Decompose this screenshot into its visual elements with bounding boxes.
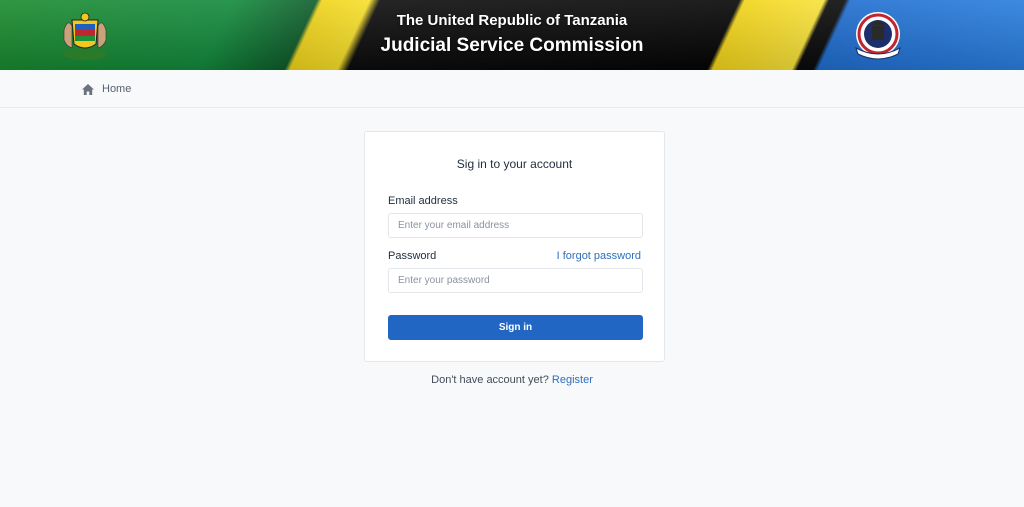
login-card: Sig in to your account Email address Pas… <box>364 131 665 362</box>
login-title: Sig in to your account <box>456 157 573 171</box>
register-prompt: Don't have account yet? <box>431 374 549 386</box>
forgot-password-link[interactable]: I forgot password <box>557 250 641 262</box>
password-input[interactable] <box>388 268 643 293</box>
register-link[interactable]: Register <box>552 374 593 386</box>
breadcrumb[interactable]: Home <box>82 83 131 95</box>
sign-in-button[interactable]: Sign in <box>388 315 643 340</box>
register-prompt-line: Don't have account yet? Register <box>0 374 1024 386</box>
commission-seal-icon <box>855 12 901 60</box>
home-icon <box>82 83 94 95</box>
breadcrumb-bar: Home <box>0 70 1024 108</box>
breadcrumb-home-label[interactable]: Home <box>102 83 131 95</box>
email-input[interactable] <box>388 213 643 238</box>
header-banner: The United Republic of Tanzania Judicial… <box>0 0 1024 70</box>
password-label: Password <box>388 250 437 262</box>
email-label: Email address <box>388 195 458 207</box>
